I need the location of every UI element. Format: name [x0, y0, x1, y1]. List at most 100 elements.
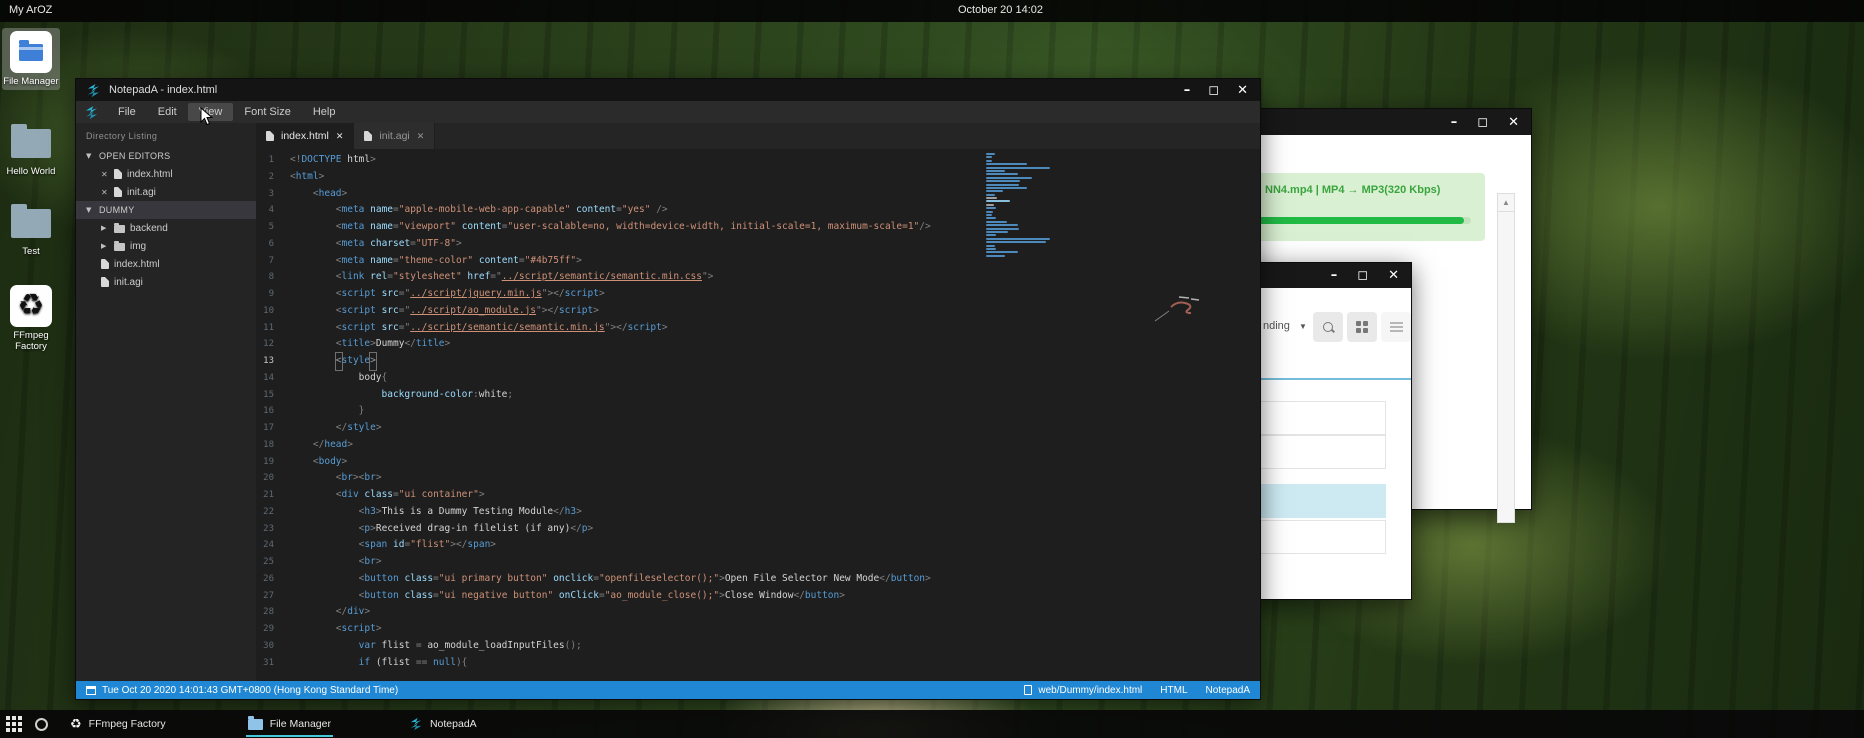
code-line[interactable]: 20 <br><br>: [256, 470, 1260, 487]
code-line[interactable]: 28 </div>: [256, 604, 1260, 621]
tree-folder-backend[interactable]: ▶ backend: [76, 219, 256, 237]
top-menubar: My ArOZ October 20 14:02: [0, 0, 1864, 22]
tab-indexhtml[interactable]: index.html ✕: [256, 123, 354, 149]
close-icon[interactable]: ✕: [101, 188, 109, 197]
status-appname: NotepadA: [1206, 685, 1250, 696]
chevron-right-icon: ▶: [101, 224, 109, 232]
minimize-button[interactable]: –: [1451, 116, 1458, 129]
code-line[interactable]: 22 <h3>This is a Dummy Testing Module</h…: [256, 504, 1260, 521]
editor-tabbar: index.html ✕ init.agi ✕: [256, 123, 1260, 149]
notepada-logo-icon: [84, 105, 99, 120]
menu-file[interactable]: File: [107, 103, 147, 121]
scrollbar[interactable]: ▲: [1497, 193, 1515, 523]
code-line[interactable]: 5 <meta name="viewport" content="user-sc…: [256, 219, 1260, 236]
list-view-button[interactable]: [1381, 312, 1411, 342]
taskbar-item-notepada[interactable]: NotepadA: [399, 710, 487, 738]
maximize-button[interactable]: ◻: [1357, 269, 1368, 282]
close-icon[interactable]: ✕: [336, 131, 344, 142]
close-button[interactable]: ✕: [1237, 84, 1248, 97]
code-line[interactable]: 13 <style>: [256, 353, 1260, 370]
file-icon: [364, 131, 372, 141]
code-line[interactable]: 24 <span id="flist"></span>: [256, 537, 1260, 554]
code-line[interactable]: 27 <button class="ui negative button" on…: [256, 588, 1260, 605]
code-line[interactable]: 19 <body>: [256, 454, 1260, 471]
folder-icon: [114, 225, 125, 233]
calendar-icon: [86, 686, 96, 695]
taskbar-item-ffmpeg-factory[interactable]: ♻ FFmpeg Factory: [60, 710, 176, 738]
close-icon[interactable]: ✕: [101, 170, 109, 179]
tray-circle-icon[interactable]: [35, 718, 48, 731]
editor-minimap[interactable]: [986, 153, 1052, 258]
tree-file-indexhtml[interactable]: index.html: [76, 255, 256, 273]
menu-font-size[interactable]: Font Size: [233, 103, 301, 121]
code-line[interactable]: 4 <meta name="apple-mobile-web-app-capab…: [256, 202, 1260, 219]
notepada-logo-icon: [409, 717, 423, 731]
code-line[interactable]: 23 <p>Received drag-in filelist (if any)…: [256, 521, 1260, 538]
file-icon: [101, 259, 109, 269]
taskbar-item-file-manager[interactable]: File Manager: [238, 710, 341, 738]
file-icon: [101, 277, 109, 287]
list-icon: [1390, 320, 1403, 334]
desktop-icon-file-manager[interactable]: File Manager: [2, 28, 60, 90]
code-line[interactable]: 15 background-color:white;: [256, 387, 1260, 404]
maximize-button[interactable]: ◻: [1477, 116, 1488, 129]
maximize-button[interactable]: ◻: [1208, 84, 1219, 97]
notepada-titlebar[interactable]: NotepadA - index.html – ◻ ✕: [76, 79, 1260, 101]
code-line[interactable]: 14 body{: [256, 370, 1260, 387]
code-line[interactable]: 17 </style>: [256, 420, 1260, 437]
code-line[interactable]: 16 }: [256, 403, 1260, 420]
notepada-logo-icon: [86, 83, 101, 98]
code-line[interactable]: 9 <script src="../script/jquery.min.js">…: [256, 286, 1260, 303]
close-button[interactable]: ✕: [1508, 116, 1519, 129]
code-line[interactable]: 18 </head>: [256, 437, 1260, 454]
code-line[interactable]: 25 <br>: [256, 554, 1260, 571]
code-editor[interactable]: 1<!DOCTYPE html>2<html>3 <head>4 <meta n…: [256, 149, 1260, 681]
window-title: NotepadA - index.html: [109, 84, 217, 96]
code-line[interactable]: 21 <div class="ui container">: [256, 487, 1260, 504]
aroz-menu-button[interactable]: My ArOZ: [9, 4, 52, 16]
code-line[interactable]: 31 if (flist == null){: [256, 655, 1260, 672]
code-line[interactable]: 3 <head>: [256, 186, 1260, 203]
code-line[interactable]: 12 <title>Dummy</title>: [256, 336, 1260, 353]
code-line[interactable]: 30 var flist = ao_module_loadInputFiles(…: [256, 638, 1260, 655]
desktop-icon-label: Test: [3, 246, 59, 257]
search-button[interactable]: [1313, 312, 1343, 342]
desktop-icon-ffmpeg-factory[interactable]: ♻ FFmpeg Factory: [2, 282, 60, 355]
directory-sidebar: Directory Listing ▼ OPEN EDITORS ✕ index…: [76, 123, 256, 681]
open-editor-item-indexhtml[interactable]: ✕ index.html: [76, 165, 256, 183]
scroll-up-arrow-icon[interactable]: ▲: [1498, 194, 1514, 212]
status-language[interactable]: HTML: [1160, 685, 1187, 696]
code-line[interactable]: 10 <script src="../script/ao_module.js">…: [256, 303, 1260, 320]
tree-folder-img[interactable]: ▶ img: [76, 237, 256, 255]
code-line[interactable]: 8 <link rel="stylesheet" href="../script…: [256, 269, 1260, 286]
workspace-root-dummy[interactable]: ▼ DUMMY: [76, 201, 256, 219]
code-line[interactable]: 2<html>: [256, 169, 1260, 186]
menu-help[interactable]: Help: [302, 103, 347, 121]
folder-icon: [11, 209, 51, 238]
sidebar-header: Directory Listing: [76, 123, 256, 147]
minimize-button[interactable]: –: [1331, 269, 1338, 282]
file-icon: [114, 169, 122, 179]
menu-edit[interactable]: Edit: [147, 103, 188, 121]
code-line[interactable]: 26 <button class="ui primary button" onc…: [256, 571, 1260, 588]
code-line[interactable]: 11 <script src="../script/semantic/seman…: [256, 320, 1260, 337]
code-line[interactable]: 29 <script>: [256, 621, 1260, 638]
close-button[interactable]: ✕: [1388, 269, 1399, 282]
desktop-icon-test[interactable]: Test: [2, 200, 60, 260]
minimize-button[interactable]: –: [1184, 84, 1191, 97]
folder-icon: [114, 243, 125, 251]
notepada-menubar: File Edit View Font Size Help: [76, 101, 1260, 123]
grid-view-button[interactable]: [1347, 312, 1377, 342]
code-line[interactable]: 1<!DOCTYPE html>: [256, 152, 1260, 169]
chevron-down-icon: ▼: [1299, 322, 1307, 331]
close-icon[interactable]: ✕: [417, 131, 425, 142]
open-editor-item-initagi[interactable]: ✕ init.agi: [76, 183, 256, 201]
start-menu-button[interactable]: [6, 716, 22, 732]
code-line[interactable]: 7 <meta name="theme-color" content="#4b7…: [256, 253, 1260, 270]
tree-file-initagi[interactable]: init.agi: [76, 273, 256, 291]
code-line[interactable]: 6 <meta charset="UTF-8">: [256, 236, 1260, 253]
desktop-icon-hello-world[interactable]: Hello World: [2, 120, 60, 180]
sort-dropdown[interactable]: nding: [1263, 320, 1290, 332]
tab-initagi[interactable]: init.agi ✕: [354, 123, 435, 149]
open-editors-section[interactable]: ▼ OPEN EDITORS: [76, 147, 256, 165]
